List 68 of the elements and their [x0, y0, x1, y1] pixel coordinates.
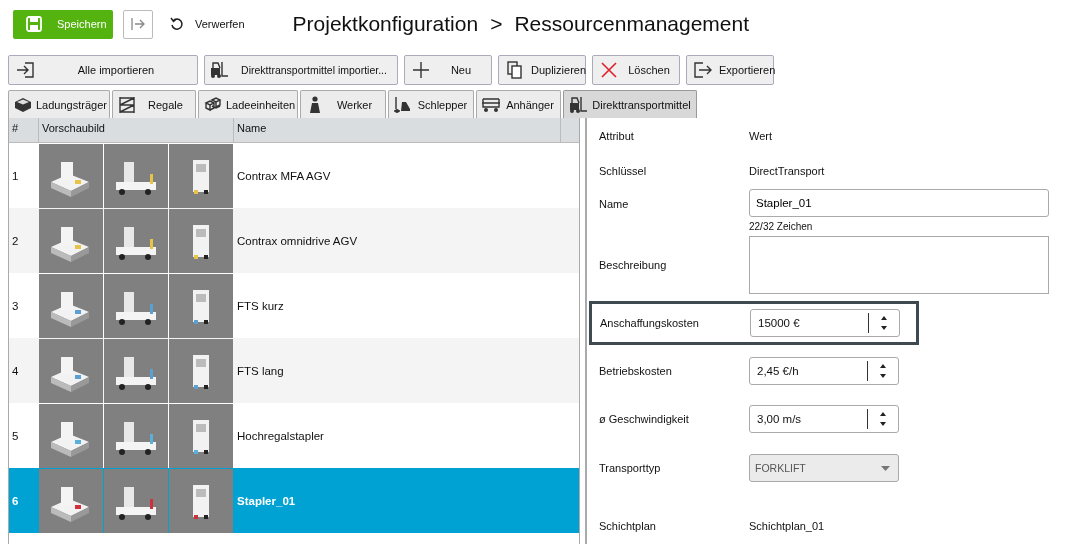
- breadcrumb-separator: >: [490, 12, 503, 36]
- attribute-label: Anschaffungskosten: [600, 317, 700, 329]
- caret-icon: [881, 465, 890, 471]
- attribute-value: Schichtplan_01: [749, 520, 825, 532]
- character-counter: 22/32 Zeichen: [749, 221, 814, 232]
- attribute-label: Schlüssel: [599, 165, 648, 177]
- column-header: Attribut: [599, 130, 635, 142]
- stepper-arrows-icon: [879, 411, 887, 427]
- toolbar-button[interactable]: Löschen: [592, 55, 680, 85]
- spin-box[interactable]: 15000 €: [750, 309, 900, 337]
- row-name: Contrax MFA AGV: [236, 168, 332, 184]
- spin-box[interactable]: 2,45 €/h: [749, 357, 899, 385]
- copy-icon: [505, 60, 525, 80]
- row-name: Hochregalstapler: [236, 428, 325, 444]
- tab[interactable]: Anhänger: [476, 90, 561, 118]
- text-area[interactable]: [749, 235, 1049, 294]
- page-subtitle: Ressourcenmanagement: [514, 12, 750, 36]
- forklift-icon: [568, 94, 588, 115]
- tab[interactable]: Regale: [112, 90, 196, 118]
- toolbar-button[interactable]: Neu: [404, 55, 492, 85]
- attribute-value: DirectTransport: [749, 165, 825, 177]
- toolbar-button[interactable]: Alle importieren: [8, 55, 198, 85]
- exit-icon: [129, 15, 147, 33]
- toolbar-button[interactable]: Exportieren: [686, 55, 774, 85]
- toolbar-button[interactable]: Duplizieren: [498, 55, 586, 85]
- column-header: Vorschaubild: [39, 118, 234, 142]
- row-name: Stapler_01: [236, 493, 297, 509]
- row-number: 2: [11, 233, 20, 249]
- shelf-icon: [117, 94, 137, 115]
- attribute-label: Transporttyp: [599, 462, 662, 474]
- row-number: 4: [11, 363, 20, 379]
- row-number: 1: [11, 168, 20, 184]
- row-name: FTS lang: [236, 363, 285, 379]
- import-icon: [15, 60, 35, 80]
- tab[interactable]: Direkttransportmittel: [563, 90, 697, 118]
- column-header: #: [9, 118, 39, 142]
- row-name: Contrax omnidrive AGV: [236, 233, 359, 249]
- attribute-label: Schichtplan: [599, 520, 657, 532]
- attribute-label: Betriebskosten: [599, 365, 673, 377]
- attribute-label: Beschreibung: [599, 258, 668, 271]
- tab[interactable]: Werker: [300, 90, 386, 118]
- table-row[interactable]: 2 Contrax omnidrive AGV: [9, 208, 579, 273]
- stepper-arrows-icon: [880, 315, 888, 331]
- toolbar-button[interactable]: Direkttransportmittel importier...: [204, 55, 398, 85]
- row-number: 3: [11, 298, 20, 314]
- column-header: Name: [234, 118, 561, 142]
- plus-icon: [411, 60, 431, 80]
- exit-button[interactable]: [123, 9, 153, 39]
- tab[interactable]: Schlepper: [388, 90, 474, 118]
- undo-icon: [169, 16, 185, 32]
- export-icon: [693, 60, 713, 80]
- forklift-icon: [209, 60, 229, 80]
- page-title: Projektkonfiguration: [292, 12, 479, 36]
- discard-button[interactable]: Verwerfen: [169, 16, 245, 32]
- attribute-label: Name: [599, 197, 630, 210]
- row-number: 5: [11, 428, 20, 444]
- column-header: Wert: [749, 130, 774, 142]
- table-row[interactable]: 4 FTS lang: [9, 338, 579, 403]
- tugger-icon: [393, 94, 413, 115]
- row-name: FTS kurz: [236, 298, 285, 314]
- input-field[interactable]: Stapler_01: [749, 189, 1049, 217]
- spin-box[interactable]: 3,00 m/s: [749, 405, 899, 433]
- stepper-arrows-icon: [879, 363, 887, 379]
- tab[interactable]: Ladungsträger: [8, 90, 110, 118]
- attribute-label: ø Geschwindigkeit: [599, 413, 690, 425]
- close-icon: [599, 60, 619, 80]
- row-number: 6: [11, 493, 20, 509]
- tab[interactable]: Ladeeinheiten: [198, 90, 298, 118]
